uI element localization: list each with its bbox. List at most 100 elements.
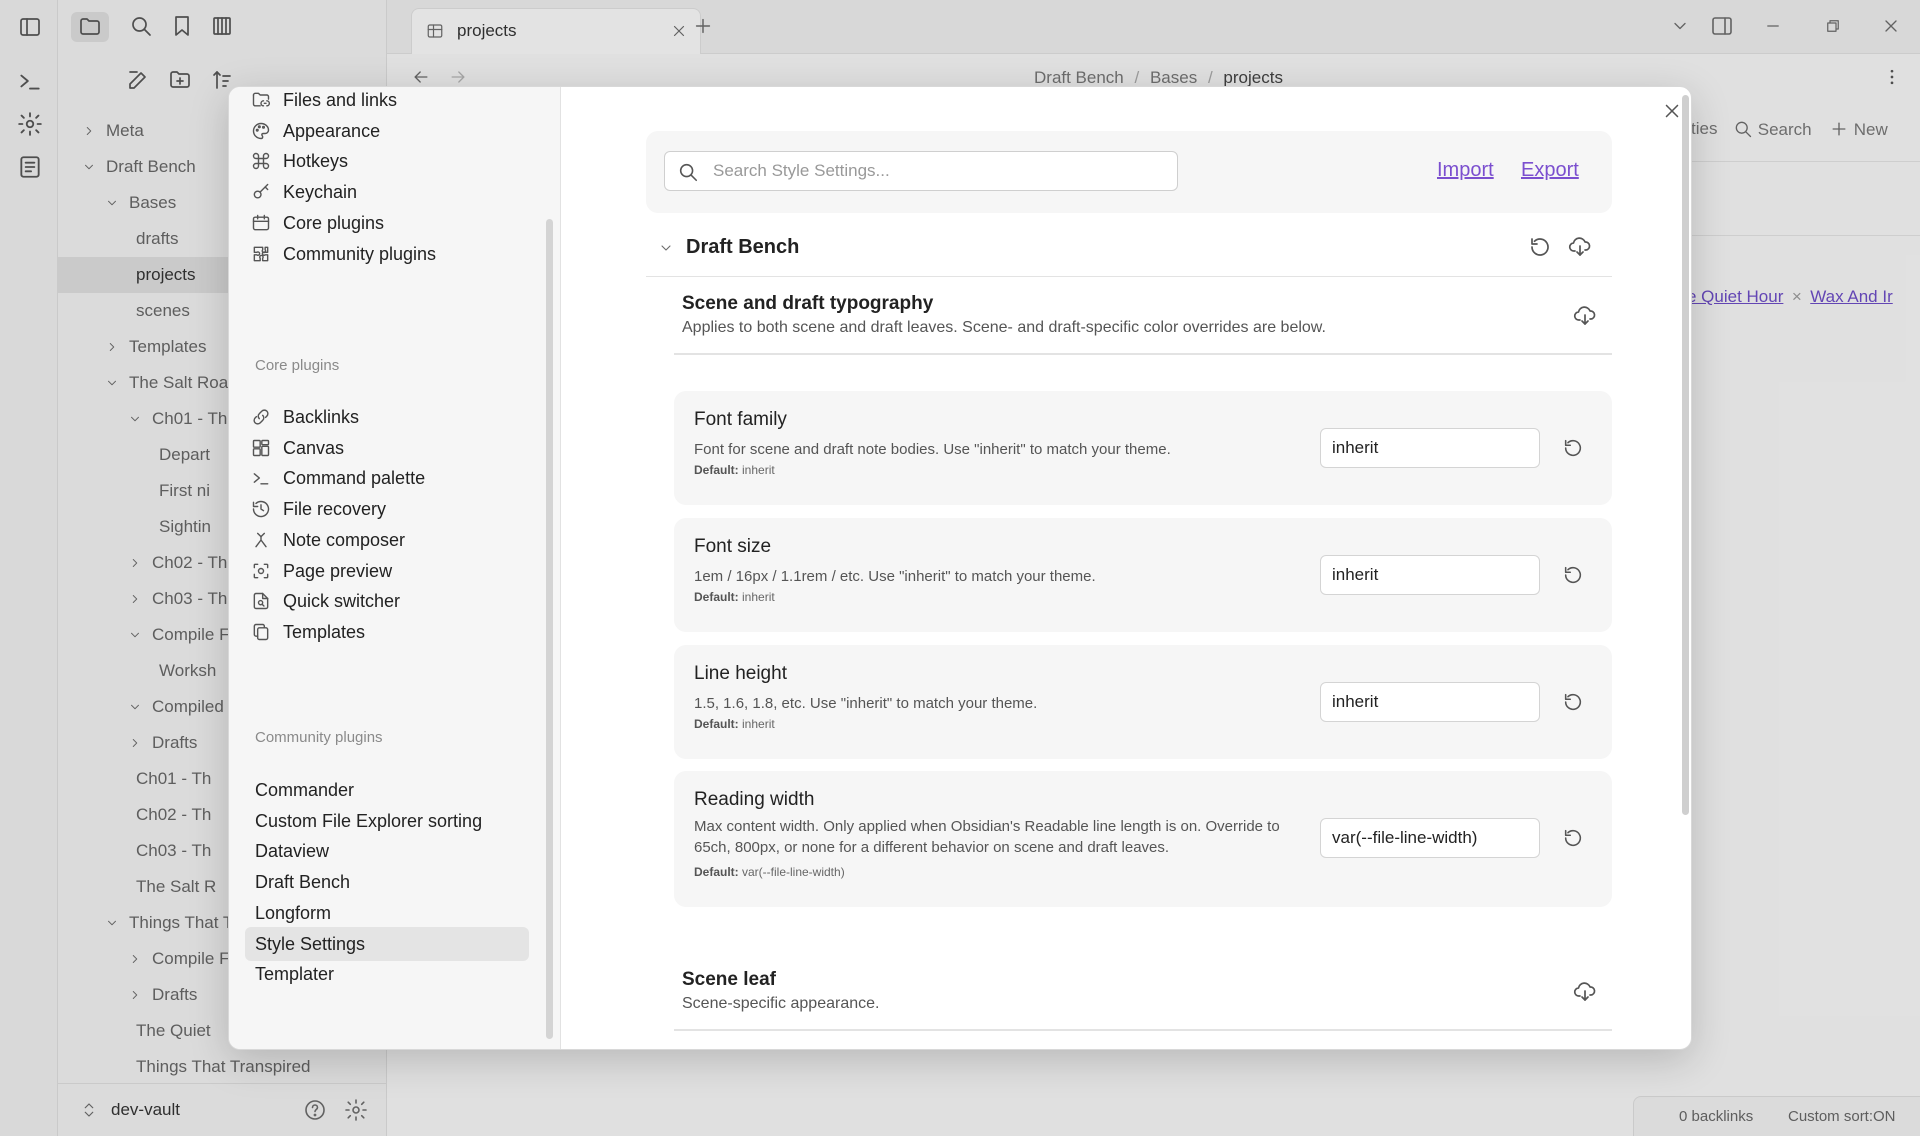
setting-name: Reading width — [694, 789, 815, 810]
setting-name: Font family — [694, 409, 787, 430]
style-settings-search-row: Import Export — [646, 131, 1612, 213]
nav-item-label: Longform — [255, 902, 332, 923]
group-heading-typography[interactable]: Scene and draft typography Applies to bo… — [674, 293, 1612, 355]
terminal-icon — [251, 468, 271, 488]
nav-item-style-settings[interactable]: Style Settings — [245, 926, 529, 961]
preview-icon — [251, 561, 271, 581]
section-heading[interactable]: Draft Bench — [646, 219, 1612, 277]
nav-item-command-palette[interactable]: Command palette — [245, 461, 529, 495]
nav-item-label: Command palette — [283, 468, 426, 489]
reset-icon[interactable] — [1562, 437, 1584, 459]
nav-item-draft-bench[interactable]: Draft Bench — [245, 865, 529, 899]
calendar-box-icon — [251, 213, 271, 233]
nav-item-hotkeys[interactable]: Hotkeys — [245, 144, 529, 178]
setting-input[interactable] — [1320, 428, 1540, 468]
nav-item-label: Page preview — [283, 560, 393, 581]
style-settings-pane: Import Export Draft Bench Scene and draf… — [562, 87, 1691, 1049]
files-icon — [251, 622, 271, 642]
nav-item-canvas[interactable]: Canvas — [245, 431, 529, 465]
canvas-icon — [251, 438, 271, 458]
import-link[interactable]: Import — [1437, 159, 1494, 182]
content-scrollbar[interactable] — [1682, 95, 1689, 815]
community-plugins-heading: Community plugins — [255, 729, 383, 746]
settings-modal: Files and links Appearance Hotkeys Keychain… — [228, 86, 1692, 1050]
export-group-icon[interactable] — [1573, 980, 1597, 1004]
search-field[interactable] — [664, 151, 1178, 191]
setting-name: Font size — [694, 536, 772, 557]
nav-item-templater[interactable]: Templater — [245, 957, 529, 991]
reset-icon[interactable] — [1562, 691, 1584, 713]
palette-icon — [251, 121, 271, 141]
merge-icon — [251, 530, 271, 550]
setting-description: Max content width. Only applied when Obs… — [694, 818, 1280, 856]
setting-default: Default: inherit — [694, 463, 775, 477]
search-input[interactable] — [713, 152, 1163, 190]
reset-icon[interactable] — [1562, 827, 1584, 849]
key-icon — [251, 182, 271, 202]
core-plugins-heading: Core plugins — [255, 357, 340, 374]
nav-item-label: Draft Bench — [255, 872, 351, 893]
setting-font-family: Font family Font for scene and draft note… — [674, 391, 1612, 505]
nav-item-custom-file-explorer-sorting[interactable]: Custom File Explorer sorting — [245, 804, 529, 838]
nav-item-label: Note composer — [283, 529, 406, 550]
group-title: Scene and draft typography — [682, 293, 934, 314]
export-section-icon[interactable] — [1568, 235, 1592, 259]
nav-item-label: Keychain — [283, 182, 358, 203]
nav-item-label: File recovery — [283, 499, 387, 520]
nav-item-label: Files and links — [283, 90, 398, 110]
nav-item-commander[interactable]: Commander — [245, 773, 529, 807]
history-icon — [251, 499, 271, 519]
group-description: Applies to both scene and draft leaves. … — [682, 319, 1326, 336]
nav-item-label: Commander — [255, 780, 355, 800]
setting-description: 1em / 16px / 1.1rem / etc. Use "inherit"… — [694, 568, 1096, 585]
group-description: Scene-specific appearance. — [682, 995, 880, 1012]
nav-item-quick-switcher[interactable]: Quick switcher — [245, 584, 529, 618]
nav-item-label: Templater — [255, 964, 335, 985]
setting-default: Default: inherit — [694, 590, 775, 604]
group-title: Scene leaf — [682, 969, 776, 990]
nav-item-core-plugins[interactable]: Core plugins — [245, 206, 529, 240]
setting-input[interactable] — [1320, 682, 1540, 722]
setting-input[interactable] — [1320, 555, 1540, 595]
nav-item-note-composer[interactable]: Note composer — [245, 523, 529, 557]
nav-item-page-preview[interactable]: Page preview — [245, 554, 529, 588]
close-modal-icon[interactable] — [1661, 100, 1683, 122]
nav-item-label: Canvas — [283, 437, 345, 458]
nav-item-label: Community plugins — [283, 243, 437, 264]
nav-item-label: Core plugins — [283, 212, 385, 233]
setting-reading-width: Reading width Max content width. Only app… — [674, 771, 1612, 907]
nav-item-label: Appearance — [283, 120, 381, 141]
puzzle-icon — [251, 244, 271, 264]
setting-description: Font for scene and draft note bodies. Us… — [694, 441, 1171, 458]
nav-item-label: Style Settings — [255, 933, 366, 954]
folder-link-icon — [251, 90, 271, 110]
nav-item-longform[interactable]: Longform — [245, 896, 529, 930]
nav-item-appearance[interactable]: Appearance — [245, 114, 529, 148]
group-heading-scene-leaf[interactable]: Scene leaf Scene-specific appearance. — [674, 969, 1612, 1031]
reset-section-icon[interactable] — [1528, 235, 1552, 259]
file-search-icon — [251, 591, 271, 611]
nav-item-backlinks[interactable]: Backlinks — [245, 400, 529, 434]
export-link[interactable]: Export — [1521, 159, 1579, 182]
setting-default: Default: inherit — [694, 717, 775, 731]
nav-item-keychain[interactable]: Keychain — [245, 175, 529, 209]
export-group-icon[interactable] — [1573, 304, 1597, 328]
nav-item-file-recovery[interactable]: File recovery — [245, 492, 529, 526]
nav-item-community-plugins[interactable]: Community plugins — [245, 237, 529, 271]
nav-scrollbar[interactable] — [546, 219, 553, 1039]
settings-nav: Files and links Appearance Hotkeys Keychain… — [229, 87, 561, 1049]
setting-input[interactable] — [1320, 818, 1540, 858]
section-title: Draft Bench — [686, 236, 800, 258]
nav-item-label: Backlinks — [283, 407, 360, 427]
setting-line-height: Line height 1.5, 1.6, 1.8, etc. Use "inhe… — [674, 645, 1612, 759]
nav-item-dataview[interactable]: Dataview — [245, 834, 529, 868]
nav-item-files-and-links[interactable]: Files and links — [245, 87, 529, 117]
nav-item-label: Custom File Explorer sorting — [255, 810, 483, 831]
reset-icon[interactable] — [1562, 564, 1584, 586]
setting-font-size: Font size 1em / 16px / 1.1rem / etc. Use … — [674, 518, 1612, 632]
nav-item-templates[interactable]: Templates — [245, 615, 529, 649]
setting-name: Line height — [694, 663, 787, 684]
nav-item-label: Dataview — [255, 841, 330, 862]
backlinks-icon — [251, 407, 271, 427]
nav-item-label: Templates — [283, 621, 366, 642]
